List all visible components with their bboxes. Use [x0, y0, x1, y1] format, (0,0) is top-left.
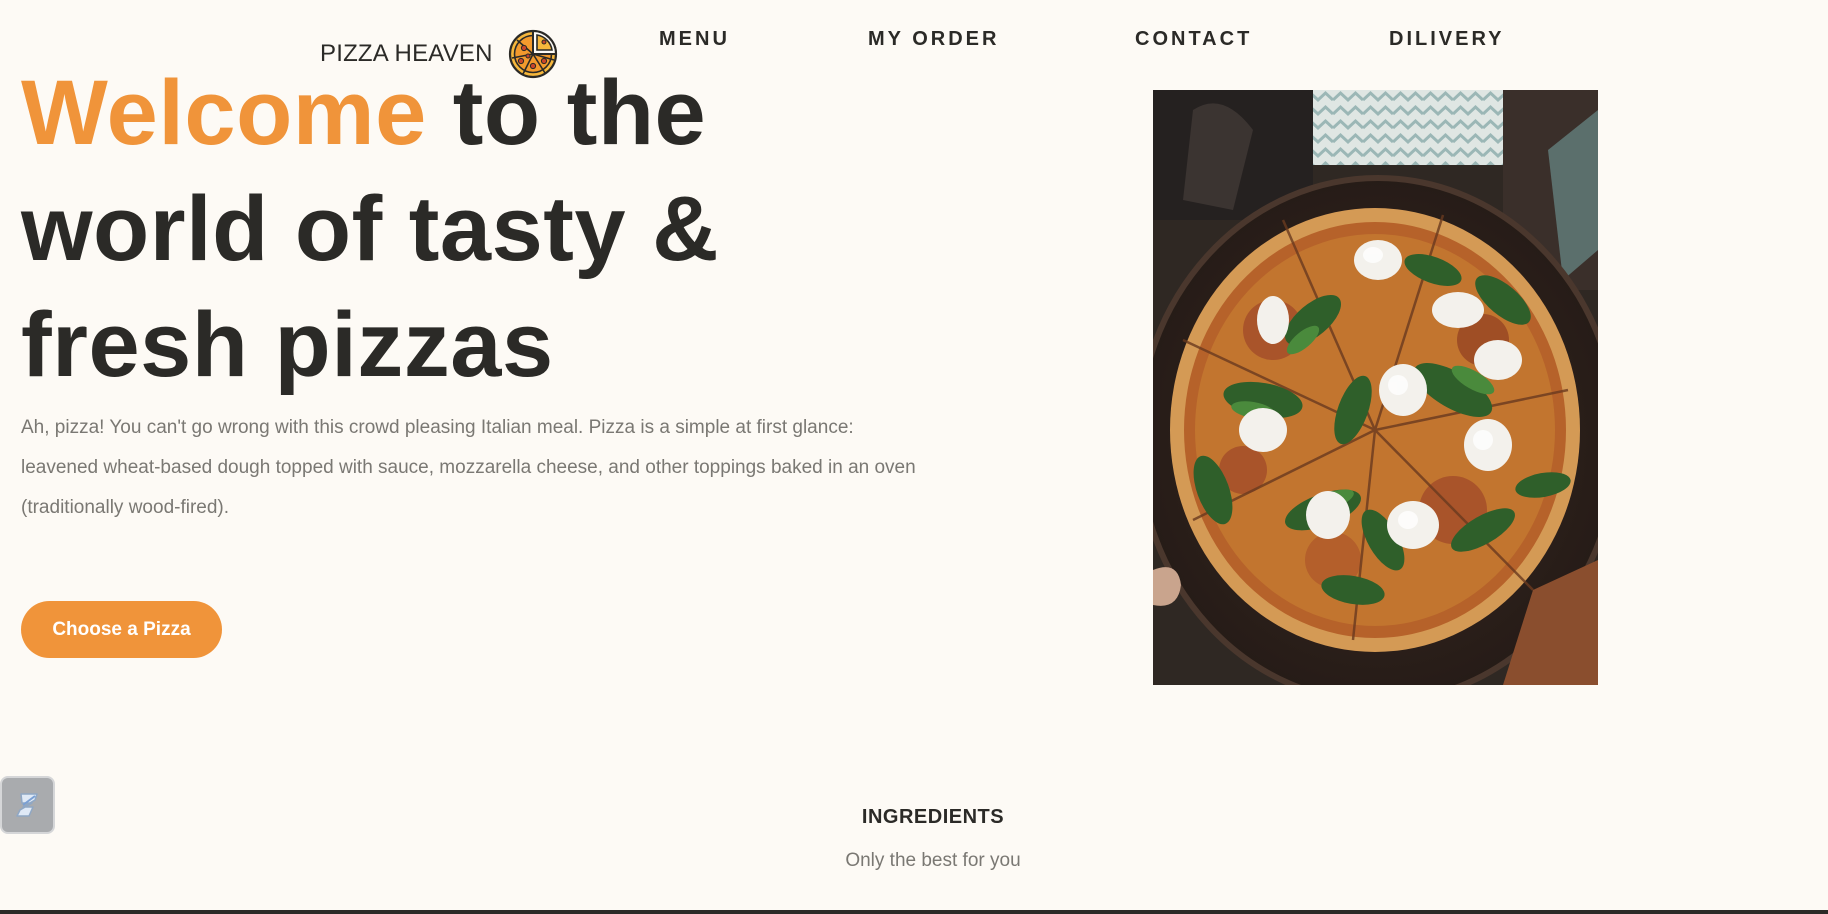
ingredients-subtitle: Only the best for you	[845, 850, 1021, 871]
hero-title-accent: Welcome	[21, 62, 427, 164]
nav-contact[interactable]: CONTACT	[1135, 28, 1252, 51]
nav-my-order[interactable]: MY ORDER	[868, 28, 999, 51]
ingredients-title: INGREDIENTS	[861, 806, 1005, 828]
hero-description: Ah, pizza! You can't go wrong with this …	[21, 417, 916, 518]
divider	[0, 910, 1828, 914]
pizza-illustration	[1153, 90, 1598, 685]
choose-pizza-button[interactable]: Choose a Pizza	[21, 601, 222, 658]
nav-menu[interactable]: MENU	[659, 28, 730, 51]
pizza-photo	[1153, 90, 1598, 685]
hero-title: Welcome to the world of tasty & fresh pi…	[21, 55, 841, 403]
nav-dilivery[interactable]: DILIVERY	[1389, 28, 1505, 51]
main-nav: MENU MY ORDER CONTACT DILIVERY	[0, 28, 1828, 52]
page: PIZZA HEAVEN MENU MY ORDER CONTACT DILIV…	[0, 0, 1828, 914]
